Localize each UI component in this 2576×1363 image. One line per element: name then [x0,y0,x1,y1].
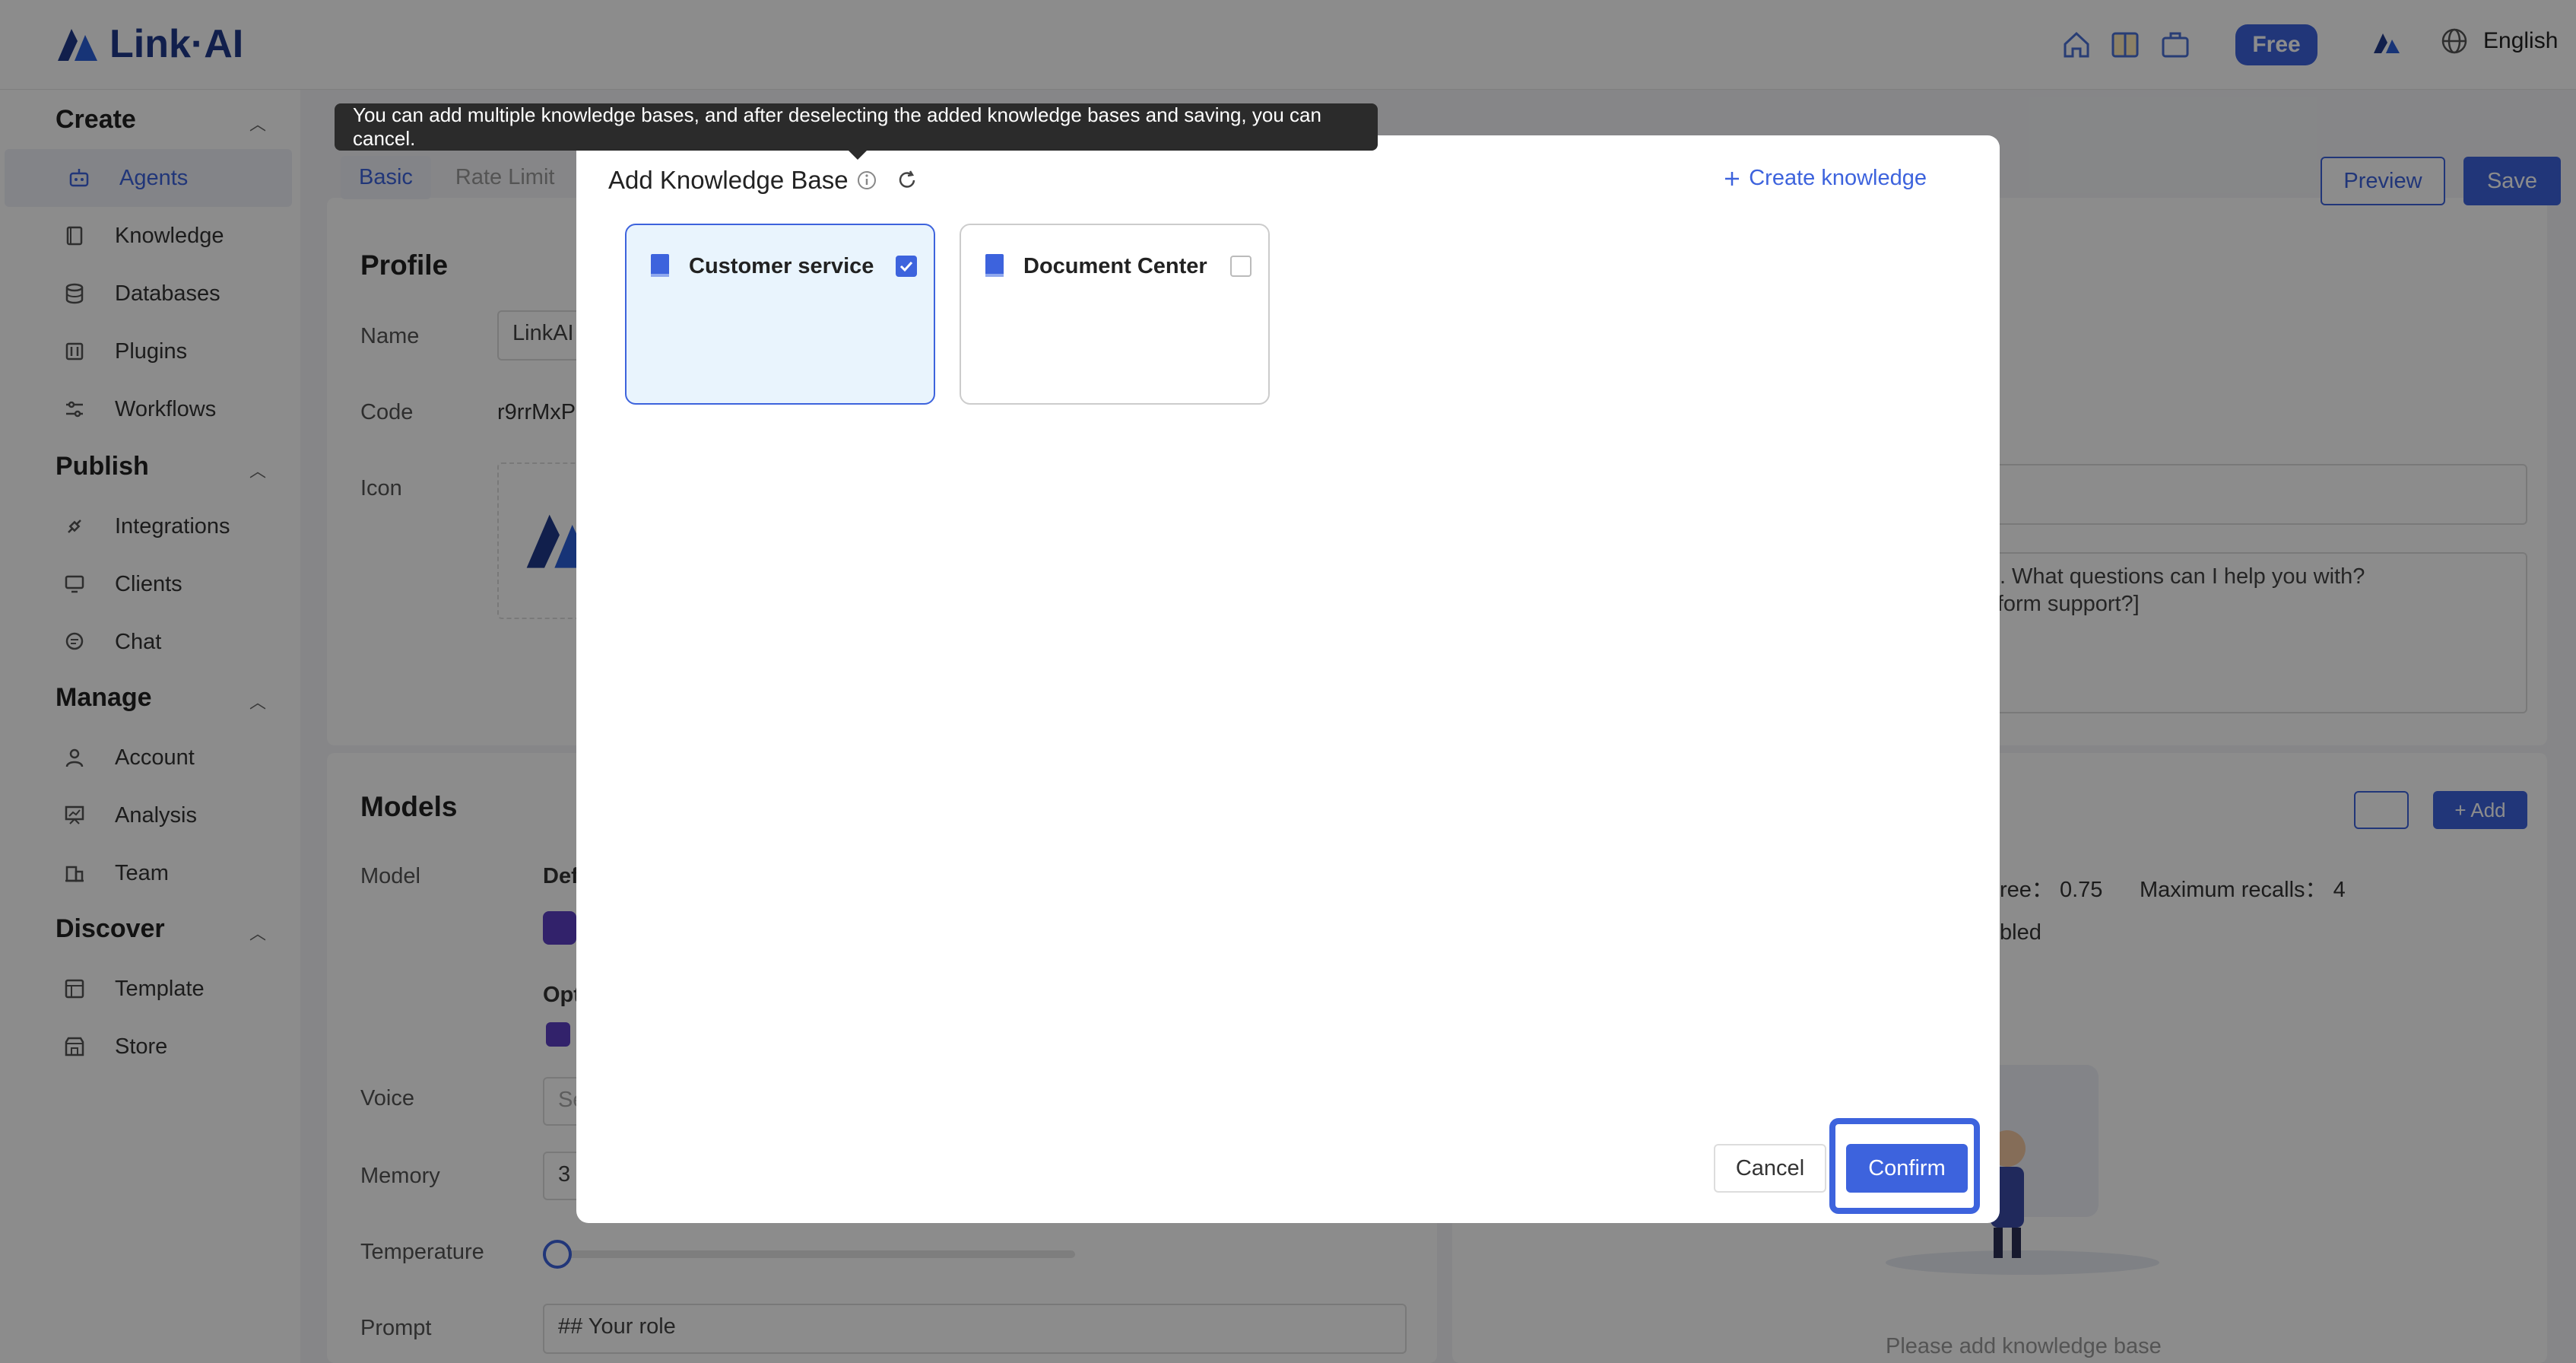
tooltip-arrow [847,149,868,160]
info-icon[interactable] [856,170,877,191]
add-knowledge-base-dialog: Add Knowledge Base Create knowledge Cust… [576,135,2000,1223]
refresh-icon[interactable] [896,169,918,192]
cancel-button[interactable]: Cancel [1714,1144,1826,1193]
create-knowledge-label: Create knowledge [1749,166,1927,190]
kb-card-customer-service[interactable]: Customer service [625,224,935,405]
create-knowledge-link[interactable]: Create knowledge [1723,166,1927,191]
dialog-title-row: Add Knowledge Base [608,166,918,195]
info-tooltip: You can add multiple knowledge bases, an… [335,103,1378,151]
knowledge-book-icon [651,254,669,277]
kb-card-checkbox[interactable] [896,256,917,277]
checkmark-icon [899,261,913,272]
plus-icon [1725,171,1740,186]
app-root: Link·AI Free English Create ︿ Agents Kno… [0,0,2576,1363]
kb-card-name: Document Center [1023,254,1207,278]
kb-card-name: Customer service [689,254,874,278]
kb-card-document-center[interactable]: Document Center [960,224,1270,405]
knowledge-book-icon [985,254,1004,277]
kb-card-checkbox[interactable] [1230,256,1252,277]
confirm-button[interactable]: Confirm [1846,1144,1968,1193]
dialog-title: Add Knowledge Base [608,166,849,194]
